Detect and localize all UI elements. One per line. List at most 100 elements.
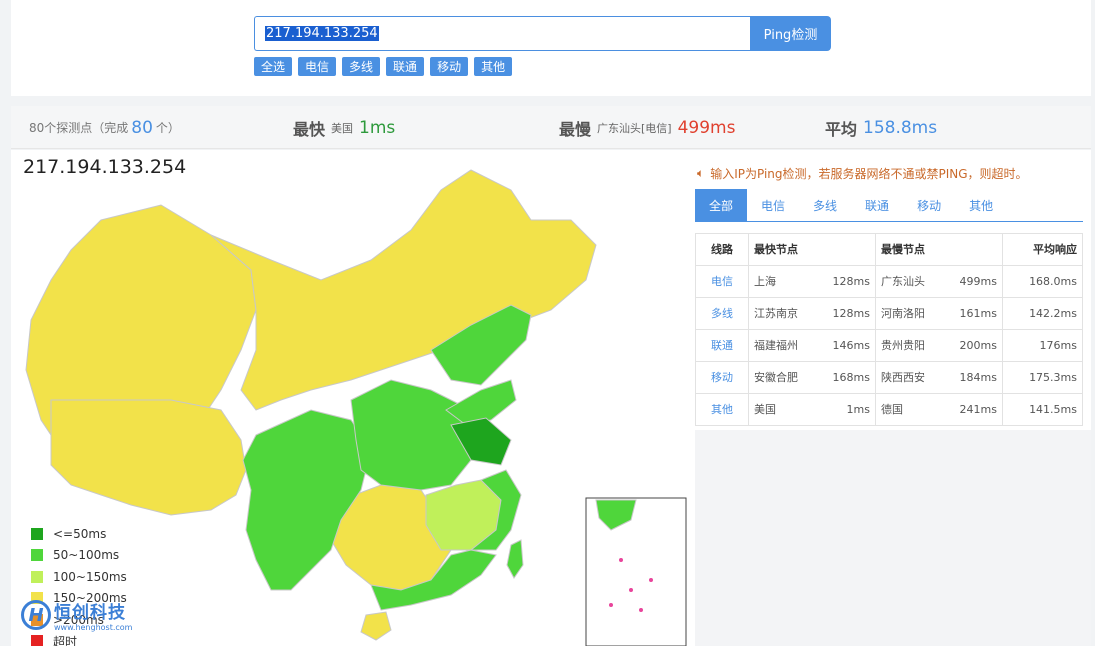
filter-telecom[interactable]: 电信 bbox=[298, 57, 337, 76]
legend-label: 100~150ms bbox=[53, 569, 127, 584]
table-row: 其他 美国 1ms 德国 241ms 141.5ms bbox=[695, 392, 1083, 426]
tab-multiline[interactable]: 多线 bbox=[799, 189, 851, 222]
line-result-table: 线路 最快节点 最慢节点 平均响应 电信 上海 128ms 广东汕头 499ms 1… bbox=[695, 233, 1083, 426]
fast-node-cell: 美国 1ms bbox=[748, 392, 876, 426]
logo-en: www.henghost.com bbox=[54, 623, 133, 632]
map-region-tibet bbox=[50, 399, 247, 516]
fast-node-name: 福建福州 bbox=[754, 339, 798, 353]
probe-prefix: 80个探测点（完成 bbox=[29, 121, 129, 135]
average-summary: 平均 158.8ms bbox=[825, 106, 937, 149]
table-row: 联通 福建福州 146ms 贵州贵阳 200ms 176ms bbox=[695, 328, 1083, 362]
fastest-location: 美国 bbox=[331, 121, 354, 135]
line-link-mobile[interactable]: 移动 bbox=[695, 360, 749, 394]
legend-label: 50~100ms bbox=[53, 548, 120, 563]
ping-check-button[interactable]: Ping检测 bbox=[750, 16, 831, 51]
table-row: 电信 上海 128ms 广东汕头 499ms 168.0ms bbox=[695, 264, 1083, 298]
filter-select-all[interactable]: 全选 bbox=[254, 57, 293, 76]
fast-node-ms: 1ms bbox=[846, 402, 870, 416]
table-header-row: 线路 最快节点 最慢节点 平均响应 bbox=[695, 233, 1083, 266]
inset-island-dot bbox=[609, 603, 613, 607]
legend-item: 50~100ms bbox=[31, 545, 127, 567]
legend-swatch bbox=[31, 549, 43, 562]
map-ip-title: 217.194.133.254 bbox=[23, 156, 187, 178]
slow-node-cell: 广东汕头 499ms bbox=[875, 264, 1003, 298]
fast-node-cell: 安徽合肥 168ms bbox=[748, 360, 876, 394]
tab-telecom[interactable]: 电信 bbox=[747, 189, 799, 222]
result-summary-bar: 80个探测点（完成 80 个） 最快 美国 1ms 最慢 广东汕头[电信] 49… bbox=[11, 106, 1091, 149]
result-main-panel: 217.194.133.254 <=50ms 50~100ms 100~150m… bbox=[11, 150, 1091, 646]
filter-multiline[interactable]: 多线 bbox=[342, 57, 381, 76]
fastest-summary: 最快 美国 1ms bbox=[293, 106, 395, 149]
inset-island-dot bbox=[629, 588, 633, 592]
probe-count: 80个探测点（完成 80 个） bbox=[29, 106, 180, 149]
slow-node-name: 河南洛阳 bbox=[881, 307, 925, 321]
slow-node-name: 德国 bbox=[881, 403, 903, 417]
logo-h-icon: H bbox=[21, 600, 51, 630]
search-panel: 217.194.133.254 Ping检测 全选 电信 多线 联通 移动 其他 bbox=[11, 0, 1091, 96]
legend-swatch bbox=[31, 527, 43, 540]
slow-node-ms: 184ms bbox=[959, 370, 997, 384]
slow-node-cell: 陕西西安 184ms bbox=[875, 360, 1003, 394]
legend-label: 超时 bbox=[53, 634, 78, 646]
col-line: 线路 bbox=[695, 233, 749, 266]
col-fastest-node: 最快节点 bbox=[748, 233, 876, 266]
notice-text: 输入IP为Ping检测，若服务器网络不通或禁PING，则超时。 bbox=[710, 167, 1028, 181]
slowest-location: 广东汕头[电信] bbox=[597, 121, 672, 135]
average-value: 158.8ms bbox=[863, 117, 938, 138]
line-link-telecom[interactable]: 电信 bbox=[695, 264, 749, 298]
henghost-logo: H 恒创科技 www.henghost.com bbox=[21, 598, 132, 632]
slow-node-cell: 德国 241ms bbox=[875, 392, 1003, 426]
logo-cn: 恒创科技 bbox=[54, 603, 126, 623]
probe-suffix: 个） bbox=[155, 121, 180, 135]
blank-area bbox=[695, 430, 1091, 646]
fast-node-cell: 福建福州 146ms bbox=[748, 328, 876, 362]
ip-search-input[interactable]: 217.194.133.254 bbox=[254, 16, 750, 51]
tab-other[interactable]: 其他 bbox=[955, 189, 1007, 222]
fast-node-ms: 146ms bbox=[832, 338, 870, 352]
avg-cell: 141.5ms bbox=[1002, 392, 1083, 426]
fast-node-ms: 128ms bbox=[832, 306, 870, 320]
slow-node-ms: 200ms bbox=[959, 338, 997, 352]
fast-node-name: 上海 bbox=[754, 275, 776, 289]
col-slowest-node: 最慢节点 bbox=[875, 233, 1003, 266]
line-link-other[interactable]: 其他 bbox=[695, 392, 749, 426]
fast-node-name: 江苏南京 bbox=[754, 307, 798, 321]
slowest-value: 499ms bbox=[677, 117, 736, 138]
fastest-label: 最快 bbox=[293, 119, 326, 139]
avg-cell: 142.2ms bbox=[1002, 296, 1083, 330]
legend-swatch bbox=[31, 570, 43, 583]
fast-node-ms: 128ms bbox=[832, 274, 870, 288]
map-region-north bbox=[210, 169, 597, 411]
slow-node-ms: 241ms bbox=[959, 402, 997, 416]
search-input-value: 217.194.133.254 bbox=[265, 26, 379, 41]
line-link-unicom[interactable]: 联通 bbox=[695, 328, 749, 362]
probe-count-value: 80 bbox=[131, 117, 153, 138]
col-average: 平均响应 bbox=[1002, 233, 1083, 266]
slow-node-name: 广东汕头 bbox=[881, 275, 925, 289]
tab-all[interactable]: 全部 bbox=[695, 189, 748, 222]
slow-node-ms: 161ms bbox=[959, 306, 997, 320]
avg-cell: 175.3ms bbox=[1002, 360, 1083, 394]
fast-node-name: 美国 bbox=[754, 403, 776, 417]
fast-node-ms: 168ms bbox=[832, 370, 870, 384]
line-link-multiline[interactable]: 多线 bbox=[695, 296, 749, 330]
ping-notice: 🔈︎ 输入IP为Ping检测，若服务器网络不通或禁PING，则超时。 bbox=[697, 165, 1028, 182]
tab-unicom[interactable]: 联通 bbox=[851, 189, 903, 222]
inset-island-dot bbox=[619, 558, 623, 562]
map-region-hainan bbox=[360, 611, 392, 641]
filter-mobile[interactable]: 移动 bbox=[430, 57, 469, 76]
slow-node-cell: 河南洛阳 161ms bbox=[875, 296, 1003, 330]
map-region-taiwan bbox=[506, 539, 524, 579]
line-tabs: 全部 电信 多线 联通 移动 其他 bbox=[695, 189, 1083, 222]
slow-node-name: 陕西西安 bbox=[881, 371, 925, 385]
filter-other[interactable]: 其他 bbox=[474, 57, 513, 76]
fast-node-cell: 上海 128ms bbox=[748, 264, 876, 298]
slow-node-name: 贵州贵阳 bbox=[881, 339, 925, 353]
filter-unicom[interactable]: 联通 bbox=[386, 57, 425, 76]
speaker-icon: 🔈︎ bbox=[697, 166, 705, 180]
slowest-summary: 最慢 广东汕头[电信] 499ms bbox=[559, 106, 735, 149]
tab-mobile[interactable]: 移动 bbox=[903, 189, 955, 222]
average-label: 平均 bbox=[825, 119, 858, 139]
search-row: 217.194.133.254 Ping检测 bbox=[254, 16, 831, 51]
avg-cell: 168.0ms bbox=[1002, 264, 1083, 298]
